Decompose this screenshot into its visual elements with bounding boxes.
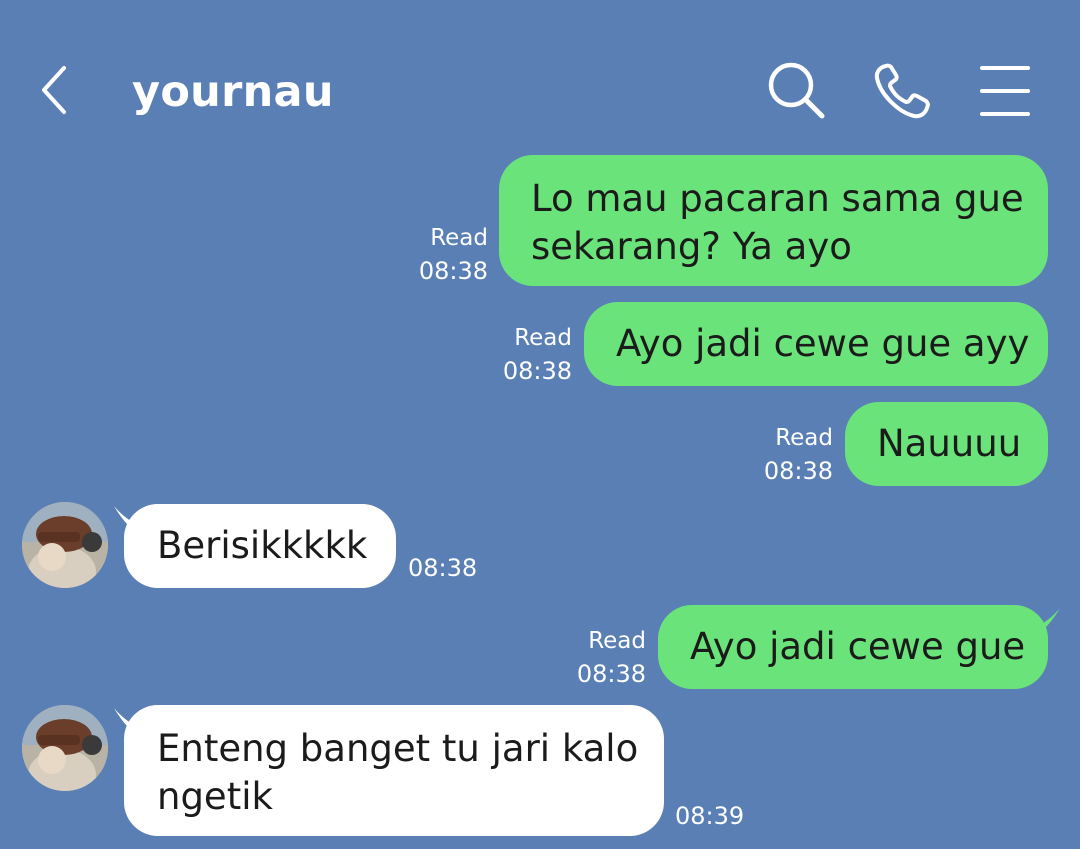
message-text-line: sekarang? Ya ayo (531, 225, 852, 268)
outgoing-message-bubble[interactable]: Ayo jadi cewe gue ayy (584, 302, 1048, 386)
message-time: 08:38 (576, 660, 646, 688)
message-time: 08:38 (408, 554, 478, 582)
message-text-line: Lo mau pacaran sama gue (531, 177, 1024, 220)
menu-icon (980, 66, 1030, 116)
menu-button[interactable] (972, 58, 1038, 124)
call-button[interactable] (870, 58, 936, 124)
outgoing-message-bubble[interactable]: Lo mau pacaran sama gue sekarang? Ya ayo (499, 155, 1048, 286)
message-meta: Read 08:38 (742, 422, 833, 488)
message-text-line: Ayo jadi cewe gue ayy (616, 322, 1030, 365)
message-time: 08:38 (763, 457, 833, 485)
avatar-photo-icon (22, 705, 108, 791)
avatar-photo-icon (22, 502, 108, 588)
message-meta: Read 08:38 (556, 625, 646, 691)
read-status: Read (588, 628, 646, 654)
chat-title[interactable]: yournau (132, 66, 334, 118)
search-icon (768, 62, 825, 119)
message-text-line: Nauuuu (877, 422, 1022, 465)
message-text-line: Ayo jadi cewe gue (690, 625, 1026, 668)
incoming-message-bubble[interactable]: Berisikkkkk (124, 504, 396, 588)
message-text-line: ngetik (157, 775, 273, 818)
message-text-line: Berisikkkkk (157, 524, 368, 567)
incoming-message-bubble[interactable]: Enteng banget tu jari kalo ngetik (124, 705, 664, 836)
message-time: 08:38 (418, 257, 488, 285)
back-button[interactable] (32, 62, 80, 118)
message-text-line: Enteng banget tu jari kalo (157, 727, 639, 770)
chat-header: yournau (0, 0, 1080, 140)
message-meta: Read 08:38 (482, 322, 572, 388)
read-status: Read (430, 225, 488, 251)
message-time: 08:38 (502, 357, 572, 385)
search-button[interactable] (764, 58, 830, 124)
outgoing-message-bubble[interactable]: Nauuuu (845, 402, 1048, 486)
contact-avatar[interactable] (22, 705, 108, 791)
message-meta: Read 08:38 (400, 222, 488, 288)
message-time: 08:39 (675, 802, 745, 830)
contact-avatar[interactable] (22, 502, 108, 588)
chevron-left-icon (42, 66, 66, 114)
read-status: Read (514, 325, 572, 351)
phone-icon (874, 63, 930, 119)
read-status: Read (775, 425, 833, 451)
outgoing-message-bubble[interactable]: Ayo jadi cewe gue (658, 605, 1048, 689)
